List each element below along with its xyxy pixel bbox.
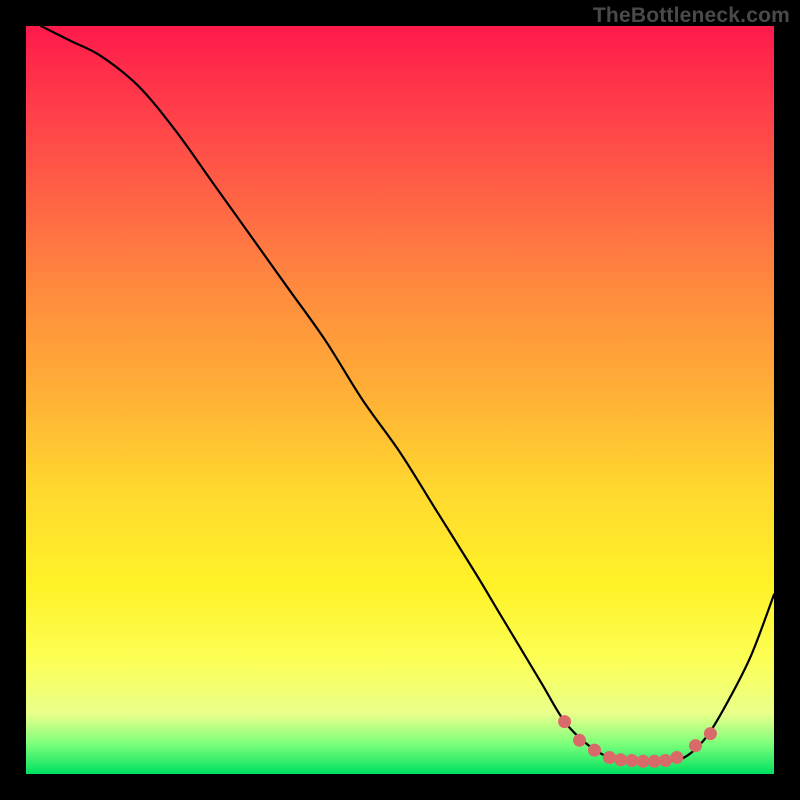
marker-dot (603, 751, 616, 764)
marker-dot (588, 744, 601, 757)
marker-dot (625, 754, 638, 767)
marker-dot (558, 715, 571, 728)
watermark-text: TheBottleneck.com (593, 4, 790, 28)
marker-dot (648, 755, 661, 768)
marker-dot (704, 727, 717, 740)
marker-dot (689, 739, 702, 752)
marker-dot (614, 753, 627, 766)
chart-area (26, 26, 774, 774)
bottleneck-curve (41, 26, 774, 762)
marker-dot (637, 755, 650, 768)
marker-dot (670, 751, 683, 764)
marker-dot (659, 754, 672, 767)
optimal-range-markers (558, 715, 717, 768)
chart-svg (26, 26, 774, 774)
marker-dot (573, 734, 586, 747)
